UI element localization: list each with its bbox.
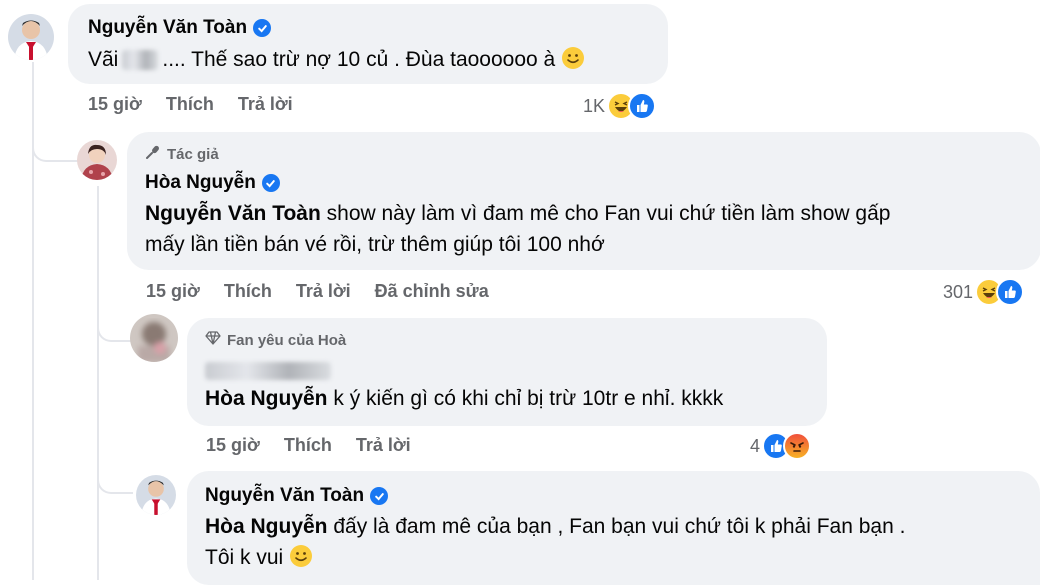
- thread-branch-level1: [32, 126, 80, 162]
- comment-text: Hòa Nguyễn k ý kiến gì có khi chỉ bị trừ…: [205, 387, 724, 410]
- thread-branch-level2a: [97, 306, 133, 342]
- edited-label: Đã chỉnh sửa: [374, 281, 489, 301]
- avatar[interactable]: [77, 140, 117, 180]
- reaction-summary[interactable]: 4: [750, 432, 812, 460]
- smile-emoji-icon: [289, 545, 313, 569]
- comment-bubble: Nguyễn Văn Toàn Hòa Nguyễn đấy là đam mê…: [187, 471, 1040, 585]
- microphone-icon: [145, 144, 161, 164]
- reaction-summary[interactable]: 301: [943, 278, 1025, 306]
- reaction-count: 1K: [583, 95, 606, 116]
- comment-actions: 15 giờ Thích Trả lời: [88, 94, 293, 115]
- comment-timestamp[interactable]: 15 giờ: [146, 281, 200, 302]
- censored-text: [122, 50, 159, 71]
- avatar-image: [8, 14, 54, 60]
- verified-badge-icon: [253, 19, 272, 37]
- comment-text: Hòa Nguyễn đấy là đam mê của bạn , Fan b…: [205, 515, 906, 569]
- avatar[interactable]: [136, 475, 176, 515]
- thread-line-level2: [97, 186, 99, 580]
- comment-author[interactable]: Hòa Nguyễn: [145, 172, 256, 194]
- comment-text: Nguyễn Văn Toàn show này làm vì đam mê c…: [145, 202, 891, 256]
- comment-timestamp[interactable]: 15 giờ: [88, 94, 142, 115]
- censored-author-name[interactable]: [205, 362, 331, 380]
- author-badge: Tác giả: [167, 145, 219, 163]
- reply-button[interactable]: Trả lời: [238, 94, 293, 115]
- like-button[interactable]: Thích: [284, 435, 332, 456]
- diamond-icon: [205, 330, 221, 350]
- comment-timestamp[interactable]: 15 giờ: [206, 435, 260, 456]
- comment-actions: 15 giờ Thích Trả lời Đã chỉnh sửa: [146, 281, 489, 302]
- thread-branch-level2b: [97, 458, 133, 494]
- verified-badge-icon: [261, 174, 280, 192]
- comment-bubble: Nguyễn Văn Toàn Vãi.... Thế sao trừ nợ 1…: [68, 4, 668, 84]
- avatar-image-blurred: [130, 314, 178, 362]
- mention-link[interactable]: Hòa Nguyễn: [205, 515, 328, 538]
- like-button[interactable]: Thích: [224, 281, 272, 302]
- comment-bubble: Fan yêu của Hoà Hòa Nguyễn k ý kiến gì c…: [187, 318, 827, 426]
- comment-author[interactable]: Nguyễn Văn Toàn: [88, 17, 247, 39]
- comment-text: Vãi.... Thế sao trừ nợ 10 củ . Đùa taooo…: [88, 44, 585, 75]
- comment-author[interactable]: Nguyễn Văn Toàn: [205, 485, 364, 507]
- like-reaction-icon: [628, 92, 657, 120]
- comment-bubble: Tác giả Hòa Nguyễn Nguyễn Văn Toàn show …: [127, 132, 1040, 270]
- comment-actions: 15 giờ Thích Trả lời: [206, 435, 411, 456]
- reaction-count: 301: [943, 281, 974, 302]
- fan-badge: Fan yêu của Hoà: [227, 331, 347, 349]
- reply-button[interactable]: Trả lời: [296, 281, 351, 302]
- mention-link[interactable]: Nguyễn Văn Toàn: [145, 202, 321, 225]
- reply-button[interactable]: Trả lời: [356, 435, 411, 456]
- smile-emoji-icon: [561, 47, 585, 71]
- avatar-image: [77, 140, 117, 180]
- avatar-image: [136, 475, 176, 515]
- like-button[interactable]: Thích: [166, 94, 214, 115]
- mention-link[interactable]: Hòa Nguyễn: [205, 387, 328, 410]
- like-reaction-icon: [996, 278, 1025, 306]
- avatar[interactable]: [8, 14, 54, 60]
- angry-reaction-icon: [783, 432, 812, 460]
- verified-badge-icon: [370, 487, 389, 505]
- reaction-summary[interactable]: 1K: [583, 92, 657, 120]
- avatar[interactable]: [130, 314, 178, 362]
- reaction-count: 4: [750, 435, 761, 456]
